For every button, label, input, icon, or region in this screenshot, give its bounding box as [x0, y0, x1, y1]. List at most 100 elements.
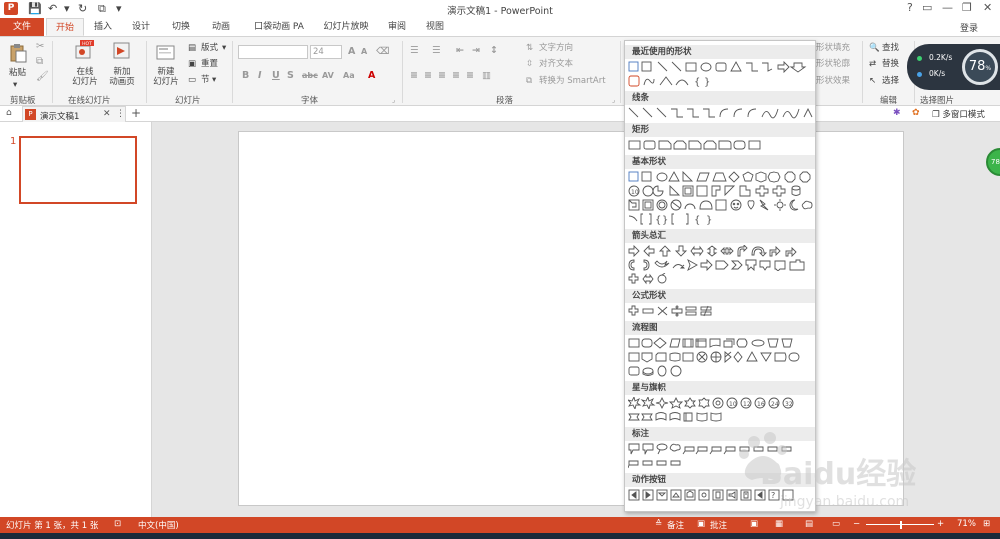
shape-row[interactable]: 10 12 16 24 32	[628, 397, 814, 409]
shape-row[interactable]	[628, 139, 814, 151]
slide-thumbnail[interactable]	[19, 136, 137, 204]
new-slide-button[interactable]: 新建 幻灯片	[150, 67, 182, 87]
font-dialog-launcher-icon[interactable]: ⌟	[392, 95, 395, 105]
reset-button[interactable]: 重置	[201, 59, 218, 69]
shape-row[interactable]	[628, 171, 814, 183]
new-animation-page-button[interactable]: 新加 动画页	[104, 67, 140, 87]
font-size-field[interactable]: 24	[310, 45, 342, 59]
shape-row[interactable]	[628, 61, 814, 73]
shape-row[interactable]	[628, 337, 814, 349]
slideshow-view-icon[interactable]: ▭	[832, 519, 840, 529]
shape-row[interactable]	[628, 245, 814, 257]
smartart-icon[interactable]: ⧉	[526, 76, 532, 86]
layout-icon[interactable]: ▤	[188, 43, 196, 53]
comments-icon[interactable]: ▣	[697, 519, 705, 529]
shrink-font-icon[interactable]: A	[361, 47, 367, 56]
shape-row[interactable]	[628, 411, 814, 423]
tab-transitions[interactable]: 切换	[164, 18, 198, 36]
tab-slideshow[interactable]: 幻灯片放映	[318, 18, 374, 36]
shape-row[interactable]	[628, 273, 814, 285]
tab-home[interactable]: 开始	[46, 18, 84, 36]
bullets-icon[interactable]: ☰	[410, 45, 419, 56]
decrease-indent-icon[interactable]: ⇤	[456, 45, 464, 56]
distribute-icon[interactable]: ≡	[466, 70, 474, 81]
minimize-icon[interactable]: —	[942, 1, 953, 14]
language-status[interactable]: 中文(中国)	[138, 519, 179, 531]
pin-icon[interactable]: ✱	[893, 108, 901, 118]
settings-icon[interactable]: ✿	[912, 108, 920, 118]
select-button[interactable]: 选择	[882, 76, 899, 86]
underline-button[interactable]: U	[272, 70, 280, 81]
section-button[interactable]: 节	[201, 75, 210, 85]
columns-icon[interactable]: ▥	[482, 70, 491, 81]
tab-file[interactable]: 文件	[0, 18, 44, 36]
shape-row[interactable]: {}	[628, 75, 814, 87]
comments-button[interactable]: 批注	[710, 519, 727, 531]
font-color-button[interactable]: A	[368, 70, 375, 81]
shadow-button[interactable]: S	[287, 70, 294, 81]
shape-row[interactable]: {}{}	[628, 213, 814, 225]
align-text-icon[interactable]: ⇳	[526, 59, 533, 69]
normal-view-icon[interactable]: ▣	[750, 519, 758, 529]
shape-row[interactable]	[628, 259, 814, 271]
layout-button[interactable]: 版式	[201, 43, 218, 53]
shape-row[interactable]	[628, 365, 814, 377]
layout-dropdown-icon[interactable]: ▾	[222, 43, 226, 53]
justify-icon[interactable]: ≡	[452, 70, 460, 81]
network-monitor-widget[interactable]: 0.2K/s 0K/s 78%	[907, 44, 1000, 90]
new-animation-page-icon[interactable]	[112, 41, 132, 61]
copy-icon[interactable]: ⧉	[36, 57, 43, 67]
online-slides-icon[interactable]: HOT	[74, 40, 94, 60]
notes-icon[interactable]: ≙	[655, 519, 662, 529]
restore-icon[interactable]: ❐	[962, 1, 972, 14]
section-dropdown-icon[interactable]: ▾	[212, 75, 216, 85]
tab-design[interactable]: 设计	[124, 18, 158, 36]
ribbon-display-options-icon[interactable]: ▭	[922, 1, 932, 14]
shape-outline-button[interactable]: 形状轮廓	[816, 59, 850, 69]
grow-font-icon[interactable]: A	[348, 46, 355, 57]
notes-button[interactable]: 备注	[667, 519, 684, 531]
align-text-button[interactable]: 对齐文本	[539, 59, 573, 69]
paragraph-dialog-launcher-icon[interactable]: ⌟	[612, 95, 615, 105]
help-icon[interactable]: ?	[907, 1, 913, 14]
tab-insert[interactable]: 插入	[86, 18, 120, 36]
numbering-icon[interactable]: ☰	[432, 45, 441, 56]
new-slide-icon[interactable]	[156, 43, 176, 63]
fit-to-window-icon[interactable]: ⊞	[983, 519, 990, 529]
reset-icon[interactable]: ▣	[188, 59, 196, 69]
align-right-icon[interactable]: ≡	[438, 70, 446, 81]
close-tab-icon[interactable]: ✕	[103, 109, 111, 119]
shape-row[interactable]	[628, 457, 814, 469]
align-center-icon[interactable]: ≡	[424, 70, 432, 81]
tab-animations[interactable]: 动画	[204, 18, 238, 36]
increase-indent-icon[interactable]: ⇥	[472, 45, 480, 56]
paste-icon[interactable]	[8, 43, 28, 63]
login-link[interactable]: 登录	[960, 21, 978, 34]
replace-icon[interactable]: ⇄	[869, 59, 876, 69]
document-tab[interactable]: P 演示文稿1 ✕ ⋮	[22, 106, 126, 122]
shape-fill-button[interactable]: 形状填充	[816, 43, 850, 53]
change-case-button[interactable]: Aa	[343, 71, 355, 80]
section-icon[interactable]: ▭	[188, 75, 196, 85]
cut-icon[interactable]: ✂	[36, 42, 44, 52]
shape-effects-button[interactable]: 形状效果	[816, 76, 850, 86]
char-spacing-button[interactable]: AV	[322, 71, 334, 80]
format-painter-icon[interactable]: 🖌	[36, 72, 49, 82]
text-direction-icon[interactable]: ⇅	[526, 43, 533, 53]
spelling-check-icon[interactable]: ⊡	[114, 519, 121, 529]
text-direction-button[interactable]: 文字方向	[539, 43, 573, 53]
shape-row[interactable]: 10	[628, 185, 814, 197]
shape-row[interactable]	[628, 305, 814, 317]
slide-sorter-view-icon[interactable]: ▦	[775, 519, 783, 529]
find-button[interactable]: 查找	[882, 43, 899, 53]
find-icon[interactable]: 🔍	[869, 43, 880, 53]
home-doc-icon[interactable]: ⌂	[6, 108, 12, 118]
font-name-field[interactable]	[238, 45, 308, 59]
tab-view[interactable]: 视图	[418, 18, 452, 36]
tab-more-icon[interactable]: ⋮	[116, 109, 125, 119]
replace-button[interactable]: 替换	[882, 59, 899, 69]
tab-pocket-animation[interactable]: 口袋动画 PA	[248, 18, 310, 36]
shape-row[interactable]	[628, 443, 814, 455]
tab-review[interactable]: 审阅	[380, 18, 414, 36]
zoom-in-icon[interactable]: +	[937, 519, 944, 529]
